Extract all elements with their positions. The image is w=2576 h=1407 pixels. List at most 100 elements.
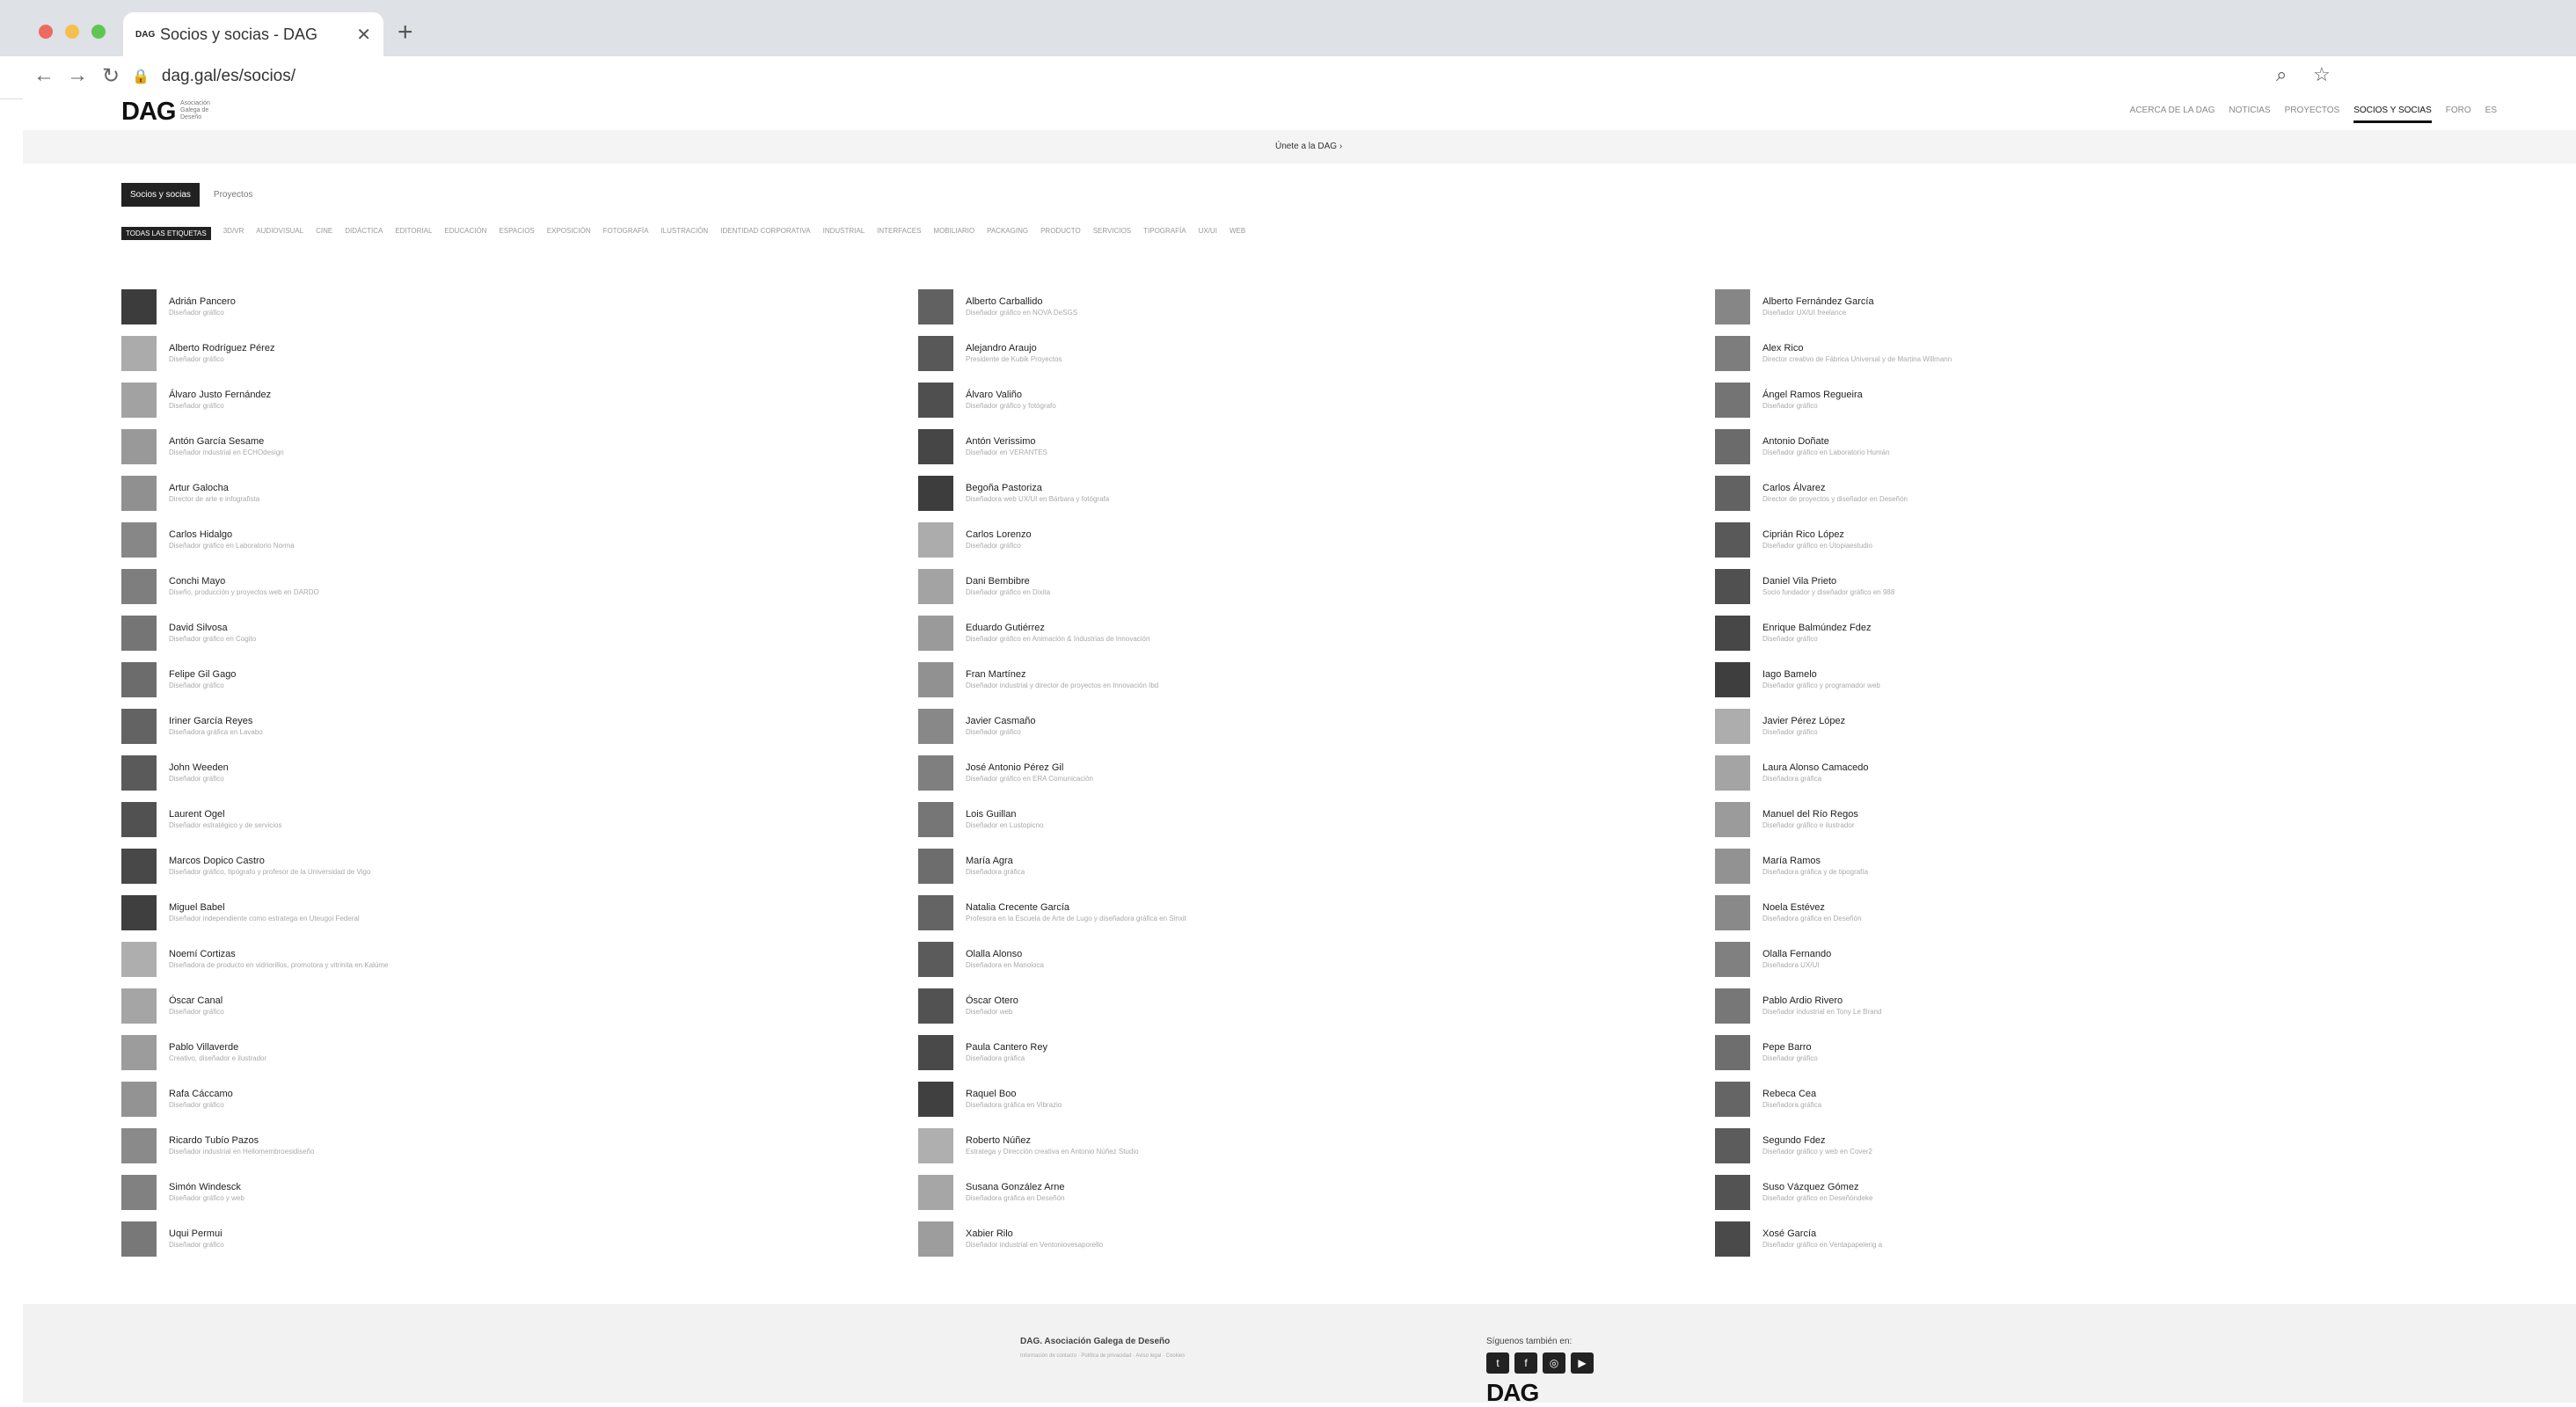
browser-tab[interactable]: DAG Socios y socias - DAG ✕ <box>123 12 383 56</box>
member-name[interactable]: Laurent Ogel <box>169 809 282 820</box>
member-name[interactable]: Noemí Cortizas <box>169 949 388 959</box>
member-name[interactable]: Natalia Crecente García <box>966 902 1186 913</box>
member-item[interactable]: Conchi Mayo Diseño, producción y proyecto… <box>121 563 918 609</box>
member-name[interactable]: Conchi Mayo <box>169 576 319 587</box>
twitter-icon[interactable]: t <box>1486 1352 1509 1374</box>
tag-filter[interactable]: EXPOSICIÓN <box>547 227 591 240</box>
member-name[interactable]: Daniel Vila Prieto <box>1762 576 1894 587</box>
member-name[interactable]: John Weeden <box>169 762 229 773</box>
member-item[interactable]: Laura Alonso Camacedo Diseñadora gráfica <box>1715 749 2512 796</box>
tag-filter[interactable]: MOBILIARIO <box>933 227 974 240</box>
member-name[interactable]: Eduardo Gutiérrez <box>966 623 1149 633</box>
member-item[interactable]: Felipe Gil Gago Diseñador gráfico <box>121 656 918 703</box>
tag-filter[interactable]: PRODUCTO <box>1040 227 1081 240</box>
member-name[interactable]: Pablo Ardio Rivero <box>1762 995 1882 1006</box>
member-name[interactable]: Ricardo Tubío Pazos <box>169 1135 314 1146</box>
member-name[interactable]: Raquel Boo <box>966 1089 1062 1099</box>
member-name[interactable]: Begoña Pastoriza <box>966 483 1109 493</box>
tag-filter[interactable]: SERVICIOS <box>1093 227 1131 240</box>
nav-forum[interactable]: FORO <box>2446 106 2471 123</box>
member-name[interactable]: Antón Verissimo <box>966 436 1047 447</box>
facebook-icon[interactable]: f <box>1514 1352 1537 1374</box>
member-item[interactable]: Carlos Álvarez Director de proyectos y di… <box>1715 470 2512 516</box>
member-name[interactable]: Carlos Álvarez <box>1762 483 1908 493</box>
tag-filter[interactable]: INDUSTRIAL <box>823 227 865 240</box>
member-name[interactable]: Rebeca Cea <box>1762 1089 1821 1099</box>
member-name[interactable]: Alberto Carballido <box>966 296 1077 307</box>
search-icon[interactable]: ⌕ <box>2276 63 2287 86</box>
member-name[interactable]: Marcos Dopico Castro <box>169 856 370 866</box>
member-name[interactable]: Alberto Fernández García <box>1762 296 1874 307</box>
member-name[interactable]: María Agra <box>966 856 1025 866</box>
member-item[interactable]: Raquel Boo Diseñadora gráfica en Vibrazio <box>918 1075 1715 1122</box>
member-item[interactable]: Rebeca Cea Diseñadora gráfica <box>1715 1075 2512 1122</box>
member-name[interactable]: Dani Bembibre <box>966 576 1050 587</box>
member-item[interactable]: Alberto Fernández García Diseñador UX/UI … <box>1715 283 2512 330</box>
url-text[interactable]: dag.gal/es/socios/ <box>162 67 296 86</box>
member-name[interactable]: Segundo Fdez <box>1762 1135 1872 1146</box>
member-name[interactable]: Óscar Otero <box>966 995 1018 1006</box>
member-item[interactable]: Javier Casmaño Diseñador gráfico <box>918 703 1715 749</box>
member-name[interactable]: Ciprián Rico López <box>1762 529 1872 540</box>
member-name[interactable]: Manuel del Río Regos <box>1762 809 1858 820</box>
member-name[interactable]: Enrique Balmúndez Fdez <box>1762 623 1872 633</box>
member-item[interactable]: Olalla Fernando Diseñadora UX/UI <box>1715 936 2512 982</box>
member-item[interactable]: Antón Verissimo Diseñador en VERANTES <box>918 423 1715 470</box>
member-name[interactable]: Olalla Fernando <box>1762 949 1831 959</box>
member-name[interactable]: Adrián Pancero <box>169 296 236 307</box>
member-name[interactable]: Carlos Lorenzo <box>966 529 1032 540</box>
language-selector[interactable]: ES <box>2485 106 2497 123</box>
member-item[interactable]: Carlos Hidalgo Diseñador gráfico en Labor… <box>121 516 918 563</box>
member-name[interactable]: Noela Estévez <box>1762 902 1862 913</box>
member-name[interactable]: Ángel Ramos Regueira <box>1762 390 1863 400</box>
nav-news[interactable]: NOTICIAS <box>2229 106 2270 123</box>
instagram-icon[interactable]: ◎ <box>1543 1352 1565 1374</box>
close-tab-icon[interactable]: ✕ <box>356 24 371 46</box>
nav-projects[interactable]: PROYECTOS <box>2285 106 2340 123</box>
member-name[interactable]: Lois Guillan <box>966 809 1044 820</box>
member-item[interactable]: Roberto Núñez Estratega y Dirección creat… <box>918 1122 1715 1169</box>
member-item[interactable]: Pepe Barro Diseñador gráfico <box>1715 1029 2512 1075</box>
member-name[interactable]: Antón García Sesame <box>169 436 284 447</box>
forward-icon[interactable]: → <box>67 63 88 88</box>
member-item[interactable]: Óscar Otero Diseñador web <box>918 982 1715 1029</box>
tag-filter[interactable]: EDITORIAL <box>395 227 432 240</box>
reload-icon[interactable]: ↻ <box>102 63 120 89</box>
member-item[interactable]: Artur Galocha Director de arte e infograf… <box>121 470 918 516</box>
member-item[interactable]: Enrique Balmúndez Fdez Diseñador gráfico <box>1715 609 2512 656</box>
member-name[interactable]: Carlos Hidalgo <box>169 529 295 540</box>
tag-filter[interactable]: WEB <box>1230 227 1245 240</box>
member-item[interactable]: Antón García Sesame Diseñador industrial … <box>121 423 918 470</box>
member-name[interactable]: María Ramos <box>1762 856 1868 866</box>
join-link[interactable]: Únete a la DAG › <box>1275 142 1342 151</box>
member-item[interactable]: Laurent Ogel Diseñador estratégico y de s… <box>121 796 918 842</box>
member-item[interactable]: Eduardo Gutiérrez Diseñador gráfico en An… <box>918 609 1715 656</box>
member-item[interactable]: Noela Estévez Diseñadora gráfica en Deseñ… <box>1715 889 2512 936</box>
member-item[interactable]: Javier Pérez López Diseñador gráfico <box>1715 703 2512 749</box>
address-bar[interactable]: 🔒 dag.gal/es/socios/ <box>132 62 2331 91</box>
member-item[interactable]: Uqui Permui Diseñador gráfico <box>121 1215 918 1262</box>
member-item[interactable]: Paula Cantero Rey Diseñadora gráfica <box>918 1029 1715 1075</box>
member-name[interactable]: Uqui Permui <box>169 1228 224 1239</box>
member-name[interactable]: Antonio Doñate <box>1762 436 1890 447</box>
member-item[interactable]: Iriner García Reyes Diseñadora gráfica en… <box>121 703 918 749</box>
member-item[interactable]: José Antonio Pérez Gil Diseñador gráfico … <box>918 749 1715 796</box>
member-name[interactable]: Xosé García <box>1762 1228 1882 1239</box>
member-name[interactable]: Álvaro Valiño <box>966 390 1056 400</box>
member-item[interactable]: David Silvosa Diseñador gráfico en Cogito <box>121 609 918 656</box>
member-item[interactable]: Carlos Lorenzo Diseñador gráfico <box>918 516 1715 563</box>
member-item[interactable]: Rafa Cáccamo Diseñador gráfico <box>121 1075 918 1122</box>
member-name[interactable]: Pepe Barro <box>1762 1042 1818 1053</box>
tag-filter[interactable]: INTERFACES <box>877 227 921 240</box>
member-item[interactable]: Lois Guillan Diseñador en Lustopicno <box>918 796 1715 842</box>
tag-filter[interactable]: 3D/VR <box>223 227 244 240</box>
member-item[interactable]: Segundo Fdez Diseñador gráfico y web en C… <box>1715 1122 2512 1169</box>
tag-filter[interactable]: PACKAGING <box>987 227 1028 240</box>
site-logo[interactable]: DAG <box>121 98 176 127</box>
member-item[interactable]: John Weeden Diseñador gráfico <box>121 749 918 796</box>
member-name[interactable]: Fran Martínez <box>966 669 1158 680</box>
member-name[interactable]: Iriner García Reyes <box>169 716 263 726</box>
member-item[interactable]: Simón Windesck Diseñador gráfico y web <box>121 1169 918 1215</box>
tag-filter[interactable]: UX/UI <box>1199 227 1217 240</box>
maximize-window-button[interactable] <box>91 25 106 39</box>
